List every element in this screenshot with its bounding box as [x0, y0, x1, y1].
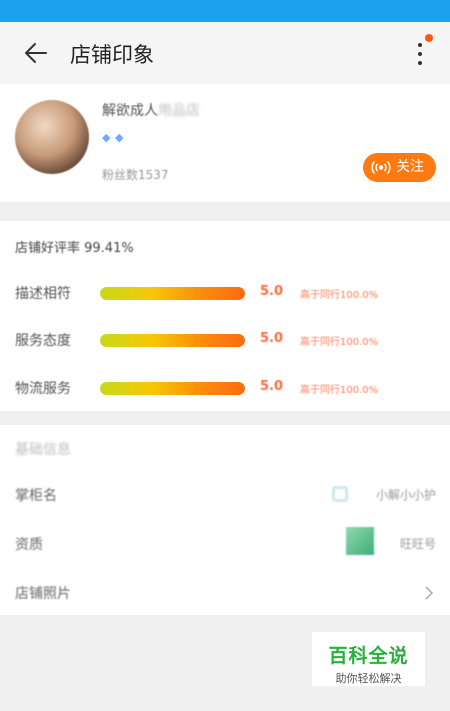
info-value: 旺旺号	[399, 537, 436, 551]
rating-compare: 高于同行100.0%	[300, 337, 379, 348]
info-heading: 基础信息	[15, 442, 71, 458]
info-value: 小解小小护	[375, 488, 436, 502]
rating-bar-fill	[100, 287, 245, 300]
shop-name: 解欲成人用品店	[102, 100, 200, 120]
broadcast-icon	[371, 161, 391, 174]
shop-info-card: 基础信息 掌柜名 小解小小护 资质 旺旺号 店铺照片	[0, 425, 450, 615]
rating-bar-fill	[100, 334, 245, 347]
info-label: 掌柜名	[15, 488, 57, 504]
diamond-icon: ◆	[102, 131, 111, 144]
rating-row-description: 描述相符 5.0 高于同行100.0%	[0, 281, 450, 305]
shop-name-faded: 用品店	[158, 103, 200, 119]
page-title: 店铺印象	[70, 43, 154, 67]
shop-name-text: 解欲成人	[102, 103, 158, 119]
diamond-icon: ◆	[115, 131, 124, 144]
info-label: 资质	[15, 537, 43, 553]
rating-bar	[100, 382, 245, 395]
follow-label: 关注	[396, 159, 424, 175]
fan-count: 粉丝数1537	[102, 168, 169, 182]
notification-dot	[425, 34, 433, 42]
rating-label: 物流服务	[15, 381, 71, 397]
rating-card: 店铺好评率 99.41% 描述相符 5.0 高于同行100.0% 服务态度 5.…	[0, 221, 450, 411]
app-bar: 店铺印象	[0, 22, 450, 84]
rating-score: 5.0	[260, 331, 284, 346]
rating-row-service: 服务态度 5.0 高于同行100.0%	[0, 328, 450, 352]
follow-button[interactable]: 关注	[363, 153, 436, 182]
watermark-title: 百科全说	[328, 645, 409, 667]
rating-label: 描述相符	[15, 286, 71, 302]
rating-label: 服务态度	[15, 333, 71, 349]
positive-rate: 店铺好评率 99.41%	[15, 241, 134, 256]
rating-bar-fill	[100, 382, 245, 395]
status-bar	[0, 0, 450, 22]
wangwang-icon	[332, 486, 348, 502]
rating-score: 5.0	[260, 284, 284, 299]
more-vertical-icon	[418, 43, 422, 47]
rating-bar	[100, 334, 245, 347]
watermark-logo: 百科全说 助你轻松解决	[312, 632, 425, 686]
qualification-thumbnail	[346, 527, 374, 555]
rating-compare: 高于同行100.0%	[300, 385, 379, 396]
chevron-right-icon	[425, 586, 434, 600]
rating-compare: 高于同行100.0%	[300, 290, 379, 301]
shop-avatar[interactable]	[15, 100, 89, 174]
shop-header-card: 解欲成人用品店 ◆ ◆ 粉丝数1537 关注	[0, 84, 450, 202]
info-label: 店铺照片	[15, 586, 71, 602]
shop-level-diamonds: ◆ ◆	[102, 126, 128, 144]
arrow-left-icon	[25, 43, 47, 63]
rating-row-logistics: 物流服务 5.0 高于同行100.0%	[0, 376, 450, 400]
watermark-subtitle: 助你轻松解决	[335, 672, 402, 685]
info-row-qualification[interactable]: 资质 旺旺号	[0, 524, 450, 564]
info-row-owner[interactable]: 掌柜名 小解小小护	[0, 475, 450, 515]
back-button[interactable]	[16, 38, 50, 68]
more-menu-button[interactable]	[408, 34, 433, 72]
info-row-shop-photos[interactable]: 店铺照片	[0, 573, 450, 613]
rating-bar	[100, 287, 245, 300]
rating-score: 5.0	[260, 379, 284, 394]
